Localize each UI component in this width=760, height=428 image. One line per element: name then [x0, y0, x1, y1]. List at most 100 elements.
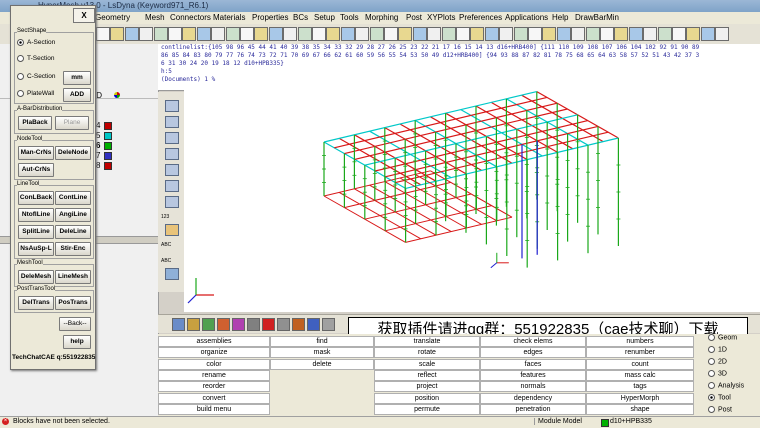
text-label-toggle[interactable]: ABC	[161, 258, 171, 264]
toolbar-tool-icon[interactable]	[283, 27, 298, 41]
panel-button-rotate[interactable]: rotate	[374, 347, 480, 359]
toolbar-tool-icon[interactable]	[643, 27, 658, 41]
page-radio-2d[interactable]: 2D	[708, 358, 727, 365]
toolbar-tool-icon[interactable]	[168, 27, 182, 41]
menu-setup[interactable]: Setup	[314, 13, 335, 22]
toolbar-tool-icon[interactable]	[355, 27, 370, 41]
menu-post[interactable]: Post	[406, 13, 422, 22]
panel-button-permute[interactable]: permute	[374, 403, 480, 415]
postrans-button[interactable]: PosTrans	[55, 296, 91, 310]
menu-help[interactable]: Help	[552, 13, 568, 22]
page-radio-3d[interactable]: 3D	[708, 370, 727, 377]
toolbar-tool-icon[interactable]	[614, 27, 629, 41]
view-cube-icon[interactable]	[165, 100, 179, 112]
contline-button[interactable]: ContLine	[55, 191, 91, 205]
panel-button-check-elems[interactable]: check elems	[480, 336, 586, 347]
page-radio-post[interactable]: Post	[708, 406, 732, 413]
toolbar-tool-icon[interactable]	[398, 27, 413, 41]
rebar-beam[interactable]	[364, 114, 578, 166]
numbering-label[interactable]: 123	[161, 214, 169, 220]
dialog-close-button[interactable]: X	[73, 8, 95, 23]
panel-button-project[interactable]: project	[374, 381, 480, 393]
a-section-radio[interactable]: A-Section	[17, 39, 55, 46]
panel-button-mask[interactable]: mask	[270, 347, 374, 359]
toolbar-tool-icon[interactable]	[110, 27, 125, 41]
toolbar-tool-icon[interactable]	[657, 27, 672, 41]
panel-button-shape[interactable]: shape	[586, 403, 694, 415]
toolbar-tool-icon[interactable]	[312, 27, 326, 41]
page-radio-analysis[interactable]: Analysis	[708, 382, 744, 389]
view-cube-icon[interactable]	[165, 196, 179, 208]
component-color-swatch[interactable]	[104, 162, 112, 170]
panel-button-scale[interactable]: scale	[374, 358, 480, 370]
triad-z-axis[interactable]	[187, 294, 197, 304]
view-cube-icon[interactable]	[165, 148, 179, 160]
toolbar-tool-icon[interactable]	[254, 27, 269, 41]
component-color-swatch[interactable]	[104, 132, 112, 140]
component-color-swatch[interactable]	[104, 122, 112, 130]
menu-xyplots[interactable]: XYPlots	[427, 13, 455, 22]
menu-applications[interactable]: Applications	[505, 13, 548, 22]
menu-drawbarmin[interactable]: DrawBarMin	[575, 13, 619, 22]
toolbar-tool-icon[interactable]	[556, 27, 571, 41]
origin-axis-z[interactable]	[490, 262, 498, 269]
panel-button-dependency[interactable]: dependency	[480, 392, 586, 404]
panel-tool-icon[interactable]	[232, 318, 245, 331]
toolbar-tool-icon[interactable]	[686, 27, 701, 41]
toolbar-tool-icon[interactable]	[369, 27, 384, 41]
menu-connectors[interactable]: Connectors	[170, 13, 211, 22]
panel-button-tags[interactable]: tags	[586, 381, 694, 393]
delenode-button[interactable]: DeleNode	[55, 146, 91, 160]
toolbar-tool-icon[interactable]	[715, 27, 730, 41]
panel-tool-icon[interactable]	[307, 318, 320, 331]
page-radio-1d[interactable]: 1D	[708, 346, 727, 353]
view-cube-icon[interactable]	[165, 132, 179, 144]
panel-tool-icon[interactable]	[172, 318, 185, 331]
plane-button[interactable]: Plane	[55, 116, 89, 130]
stir-enc-button[interactable]: Stir-Enc	[55, 242, 91, 256]
panel-button-rename[interactable]: rename	[158, 369, 270, 381]
toolbar-tool-icon[interactable]	[384, 27, 398, 41]
toolbar-tool-icon[interactable]	[628, 27, 643, 41]
panel-button-find[interactable]: find	[270, 336, 374, 347]
toolbar-tool-icon[interactable]	[585, 27, 600, 41]
panel-button-position[interactable]: position	[374, 392, 480, 404]
toolbar-tool-icon[interactable]	[672, 27, 686, 41]
toolbar-tool-icon[interactable]	[600, 27, 614, 41]
panel-tool-icon[interactable]	[217, 318, 230, 331]
page-radio-geom[interactable]: Geom	[708, 334, 737, 341]
panel-button-organize[interactable]: organize	[158, 347, 270, 359]
c-section-radio[interactable]: C-Section	[17, 73, 56, 80]
panel-button-delete[interactable]: delete	[270, 358, 374, 370]
rebar-beam[interactable]	[364, 193, 472, 220]
menu-bcs[interactable]: BCs	[293, 13, 308, 22]
panel-button-convert[interactable]: convert	[158, 392, 270, 404]
panel-button-hypermorph[interactable]: HyperMorph	[586, 392, 694, 404]
view-cube-icon[interactable]	[165, 164, 179, 176]
toolbar-tool-icon[interactable]	[441, 27, 456, 41]
help-button[interactable]: help	[63, 335, 91, 349]
panel-tool-icon[interactable]	[277, 318, 290, 331]
toolbar-tool-icon[interactable]	[412, 27, 427, 41]
panel-button-reflect[interactable]: reflect	[374, 369, 480, 381]
linemesh-button[interactable]: LineMesh	[55, 270, 91, 284]
panel-button-normals[interactable]: normals	[480, 381, 586, 393]
toolbar-tool-icon[interactable]	[182, 27, 197, 41]
toolbar-tool-icon[interactable]	[427, 27, 442, 41]
menu-mesh[interactable]: Mesh	[145, 13, 165, 22]
toolbar-tool-icon[interactable]	[484, 27, 499, 41]
toolbar-tool-icon[interactable]	[499, 27, 514, 41]
toolbar-tool-icon[interactable]	[571, 27, 586, 41]
toolbar-tool-icon[interactable]	[340, 27, 355, 41]
view-cube-icon[interactable]	[165, 116, 179, 128]
panel-button-color[interactable]: color	[158, 358, 270, 370]
menu-tools[interactable]: Tools	[340, 13, 359, 22]
shaded-view-icon[interactable]	[165, 268, 179, 280]
splitline-button[interactable]: SplitLine	[18, 225, 54, 239]
toolbar-tool-icon[interactable]	[153, 27, 168, 41]
toolbar-tool-icon[interactable]	[139, 27, 154, 41]
placeback-button[interactable]: PlaBack	[18, 116, 52, 130]
ntoflline-button[interactable]: NtoflLine	[18, 208, 54, 222]
toolbar-tool-icon[interactable]	[268, 27, 283, 41]
panel-tool-icon[interactable]	[292, 318, 305, 331]
